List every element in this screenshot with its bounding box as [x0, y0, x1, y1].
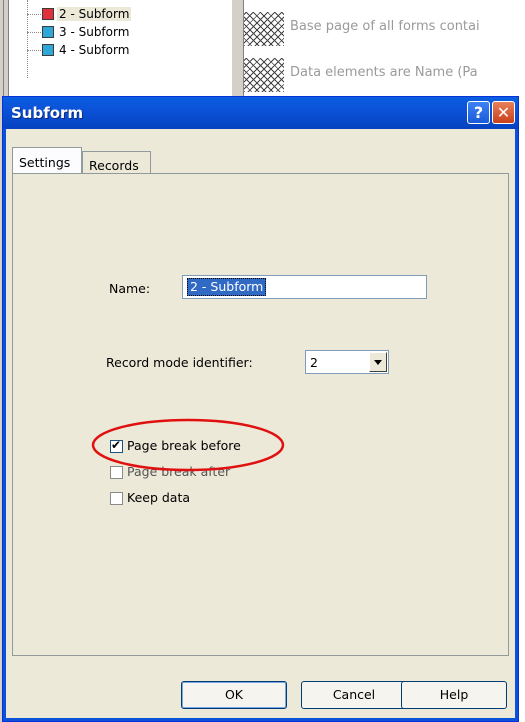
background-description-2: Data elements are Name (Pa [290, 65, 478, 80]
hatch-pattern-icon [244, 12, 284, 46]
chevron-down-icon[interactable] [369, 352, 387, 372]
dialog-titlebar[interactable]: Subform ? ✕ [3, 97, 518, 129]
record-mode-value: 2 [310, 355, 318, 370]
help-button[interactable]: Help [401, 681, 507, 709]
tree-item[interactable]: 4 - Subform [9, 41, 231, 59]
background-description-1: Base page of all forms contai [290, 19, 480, 34]
keep-data-checkbox[interactable] [110, 492, 123, 505]
cancel-button[interactable]: Cancel [301, 681, 407, 709]
close-icon[interactable]: ✕ [492, 101, 515, 124]
subform-icon [42, 44, 54, 56]
keep-data-label: Keep data [127, 490, 191, 505]
hatch-pattern-icon [244, 58, 284, 92]
tree-connector [27, 32, 41, 33]
ok-button[interactable]: OK [181, 681, 287, 709]
dialog-body: Settings Records Name: 2 - Subform Recor… [3, 129, 518, 721]
tab-records[interactable]: Records [82, 151, 151, 175]
record-mode-label: Record mode identifier: [106, 355, 253, 370]
page-break-before-checkbox[interactable] [110, 438, 123, 453]
tree-connector [27, 50, 41, 51]
settings-tab-panel [12, 173, 509, 656]
name-field-value: 2 - Subform [187, 278, 267, 296]
tree-item[interactable]: 3 - Subform [9, 23, 231, 41]
name-label: Name: [109, 281, 151, 296]
tab-settings[interactable]: Settings [12, 147, 82, 173]
page-break-after-label: Page break after [127, 464, 231, 479]
tree-item-label: 3 - Subform [59, 25, 130, 39]
tree-connector [27, 14, 41, 15]
subform-icon [42, 8, 54, 20]
page-break-before-label: Page break before [127, 438, 241, 453]
help-icon[interactable]: ? [467, 101, 490, 124]
tree-item-label: 4 - Subform [59, 43, 130, 57]
page-break-after-checkbox[interactable] [110, 466, 123, 479]
subform-icon [42, 26, 54, 38]
name-field[interactable]: 2 - Subform [182, 275, 427, 299]
tree-item[interactable]: 2 - Subform [9, 5, 231, 23]
form-tree-panel: 2 - Subform 3 - Subform 4 - Subform [9, 0, 231, 96]
dialog-title: Subform [11, 104, 84, 122]
record-mode-select[interactable]: 2 [305, 350, 389, 374]
pane-splitter[interactable] [231, 0, 244, 96]
subform-dialog: Subform ? ✕ Settings Records Name: 2 - S… [2, 96, 519, 722]
tree-item-label: 2 - Subform [57, 7, 132, 21]
